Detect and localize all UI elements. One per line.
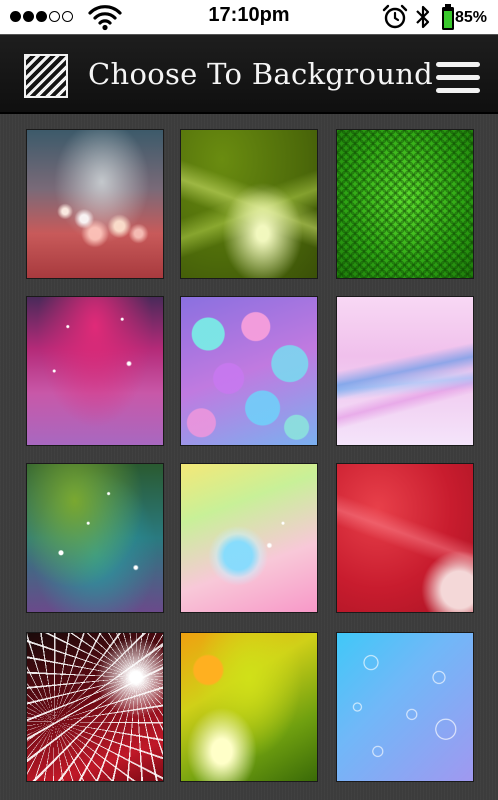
- status-bar: 17:10pm 85%: [0, 0, 498, 34]
- wallpaper-thumbnail-bokeh-lights-red[interactable]: [26, 129, 164, 279]
- striped-logo-icon: [24, 54, 68, 98]
- wallpaper-thumbnail-white-starburst-red[interactable]: [26, 632, 164, 782]
- wallpaper-thumbnail-green-teal-galaxy[interactable]: [26, 463, 164, 613]
- wallpaper-thumbnail-blue-bubbles[interactable]: [336, 632, 474, 782]
- wallpaper-thumbnail-pink-purple-sparkles[interactable]: [26, 296, 164, 446]
- wallpaper-thumbnail-colorful-bokeh-circles[interactable]: [180, 296, 318, 446]
- wallpaper-thumbnail-red-silk-waves[interactable]: [336, 463, 474, 613]
- battery-icon: [442, 4, 454, 30]
- wallpaper-thumbnail-yellow-green-abstract[interactable]: [180, 632, 318, 782]
- wallpaper-thumbnail-pink-blue-waves[interactable]: [336, 296, 474, 446]
- wallpaper-thumbnail-green-hexagon-mesh[interactable]: [336, 129, 474, 279]
- app-header: Choose To Background: [0, 34, 498, 114]
- wallpaper-thumbnail-green-abstract-swirl[interactable]: [180, 129, 318, 279]
- wallpaper-thumbnail-pastel-light-burst[interactable]: [180, 463, 318, 613]
- hamburger-menu-icon[interactable]: [436, 62, 480, 94]
- alarm-clock-icon: [382, 4, 408, 29]
- battery-percent: 85%: [455, 9, 488, 26]
- wallpaper-grid: [0, 114, 498, 800]
- page-title: Choose To Background: [88, 57, 434, 91]
- bluetooth-icon: [416, 5, 430, 29]
